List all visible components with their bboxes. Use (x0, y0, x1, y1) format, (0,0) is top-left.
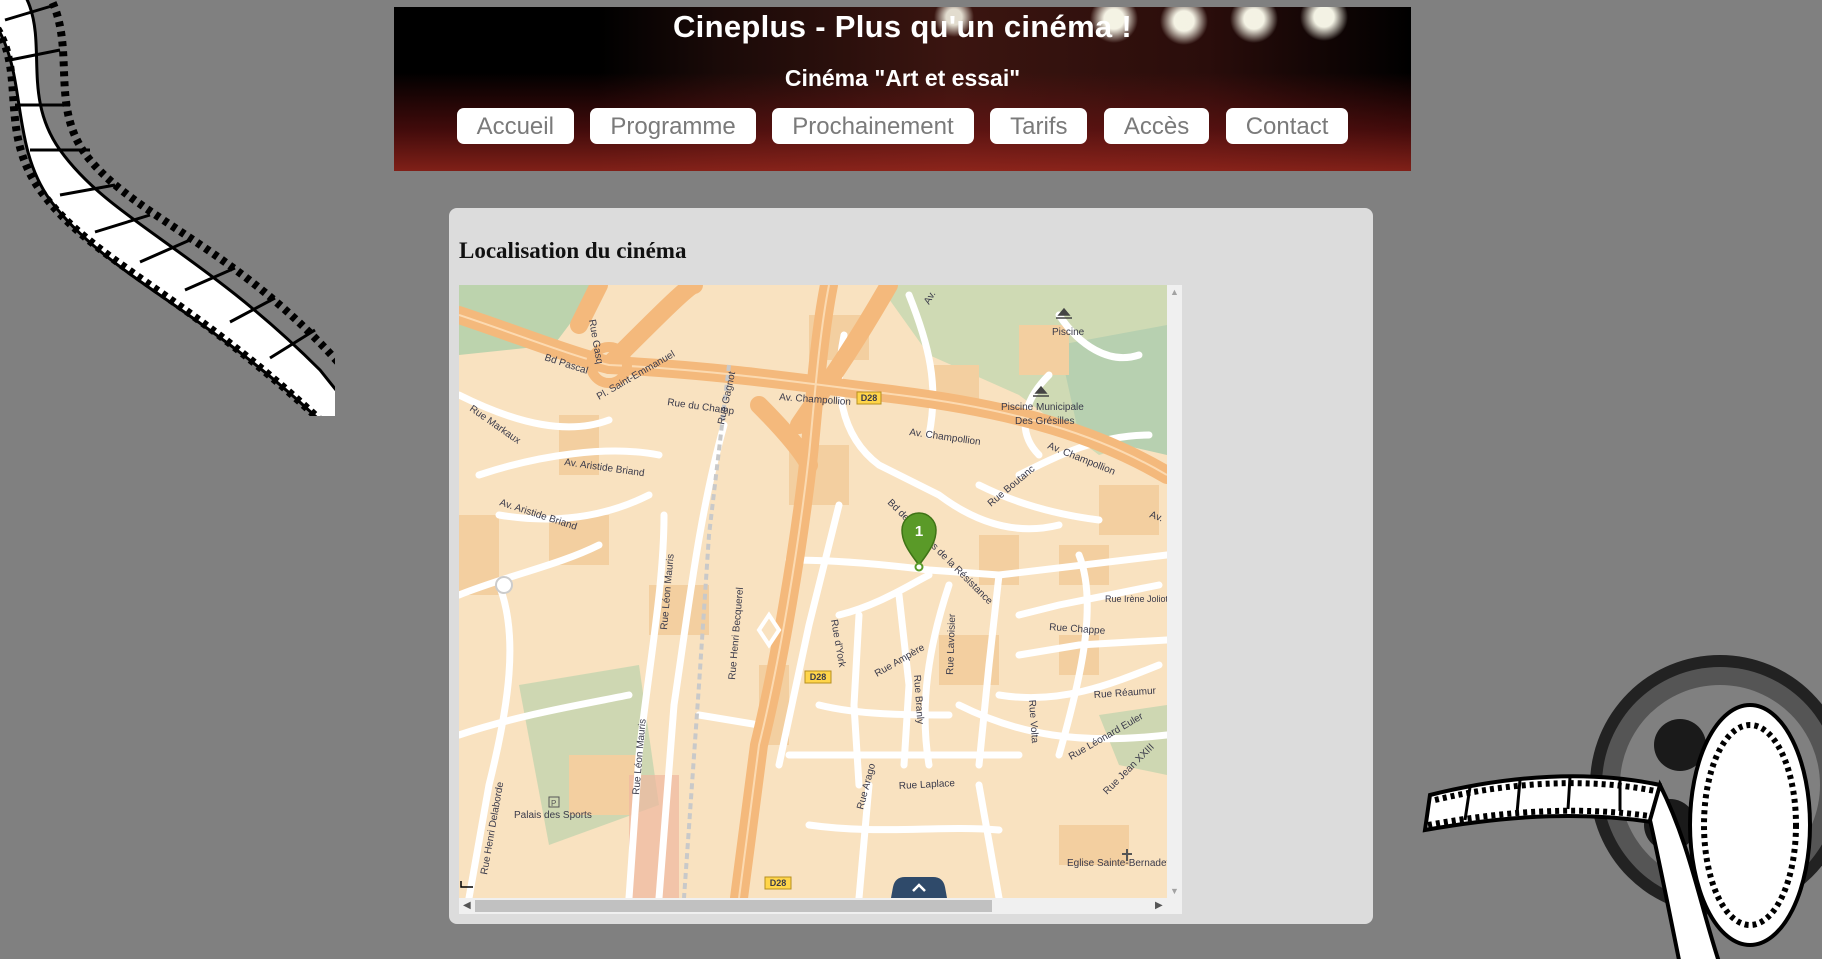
nav-prochainement-button[interactable]: Prochainement (772, 108, 974, 144)
nav-tarifs-button[interactable]: Tarifs (990, 108, 1088, 144)
map-frame: D28 D28 D28 Bd Pascal Pl. Saint-Emmanuel… (459, 285, 1182, 914)
map-label: Rue Irène Joliot (1105, 594, 1167, 604)
map-vertical-scrollbar[interactable]: ▲ ▼ (1167, 285, 1182, 898)
page-title: Localisation du cinéma (459, 238, 687, 263)
map-label: Des Grésilles (1015, 416, 1074, 427)
svg-text:1: 1 (915, 523, 923, 540)
nav-programme-button[interactable]: Programme (590, 108, 756, 144)
map-view[interactable]: D28 D28 D28 Bd Pascal Pl. Saint-Emmanuel… (459, 285, 1167, 898)
scroll-down-arrow-icon[interactable]: ▼ (1170, 886, 1179, 896)
map-label: Piscine (1052, 327, 1085, 338)
map-canvas[interactable]: D28 D28 D28 Bd Pascal Pl. Saint-Emmanuel… (459, 285, 1167, 898)
film-strip-left-image (0, 0, 335, 416)
map-horizontal-scrollbar[interactable]: ◀ ▶ (459, 898, 1182, 914)
map-label: Palais des Sports (514, 810, 592, 821)
d28-shield-1: D28 (856, 391, 882, 405)
header-banner: Cineplus - Plus qu'un cinéma ! Cinéma "A… (394, 7, 1411, 171)
svg-text:D28: D28 (861, 393, 878, 403)
svg-text:D28: D28 (770, 878, 787, 888)
svg-text:P: P (551, 799, 556, 808)
site-subtitle: Cinéma "Art et essai" (784, 65, 1021, 91)
svg-text:D28: D28 (810, 672, 827, 682)
map-label: Rue Lavoisier (945, 613, 958, 675)
nav-acces-button[interactable]: Accès (1103, 108, 1210, 144)
film-reel-image (1422, 655, 1822, 959)
map-label: Piscine Municipale (1001, 402, 1084, 413)
scroll-right-arrow-icon[interactable]: ▶ (1155, 898, 1163, 914)
site-title: Cineplus - Plus qu'un cinéma ! (672, 9, 1133, 44)
nav-contact-button[interactable]: Contact (1225, 108, 1349, 144)
content-panel: Localisation du cinéma D28 D28 D28 Bd Pa… (449, 208, 1373, 924)
scrollbar-thumb[interactable] (475, 900, 992, 912)
main-nav: Accueil Programme Prochainement Tarifs A… (394, 108, 1411, 146)
nav-accueil-button[interactable]: Accueil (456, 108, 574, 144)
d28-shield-2: D28 (804, 670, 832, 684)
scroll-up-arrow-icon[interactable]: ▲ (1170, 287, 1179, 297)
map-label: Eglise Sainte-Bernadette (1067, 858, 1167, 869)
scroll-left-arrow-icon[interactable]: ◀ (463, 898, 471, 914)
d28-shield-3: D28 (764, 876, 792, 890)
expand-map-handle[interactable] (891, 877, 947, 898)
